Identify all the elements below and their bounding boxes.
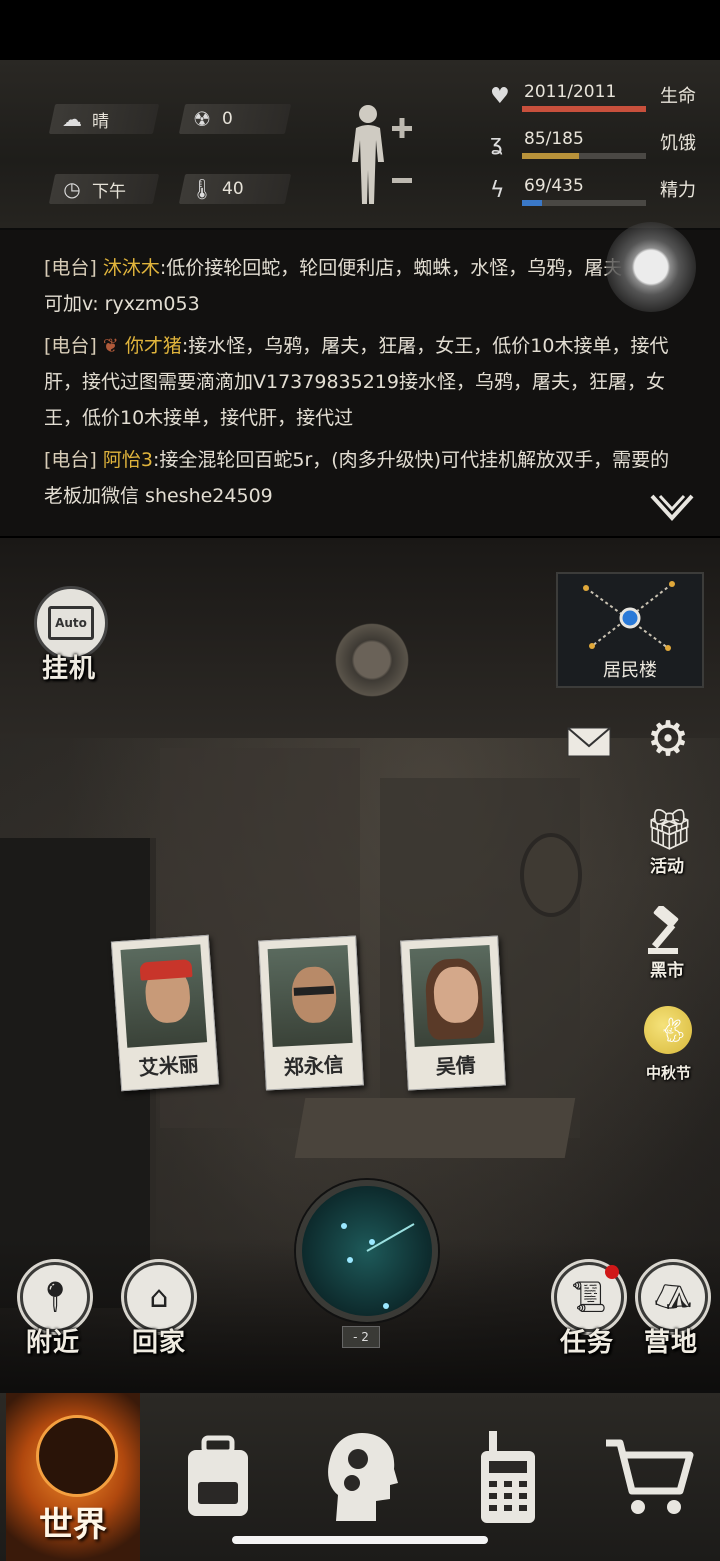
nav-shop[interactable]: [576, 1393, 720, 1561]
radio-message: [电台] 沐沐木:低价接轮回蛇，轮回便利店，蜘蛛，水怪，乌鸦，屠夫，有意可加v:…: [44, 250, 684, 322]
chevron-down-icon: [650, 494, 694, 521]
map-route-icon: [583, 581, 675, 651]
heart-icon: ♥: [490, 84, 510, 109]
scroll-icon: 📜︎: [569, 1279, 609, 1315]
body-figure-icon: [352, 105, 412, 204]
activity-button[interactable]: 🎁︎: [644, 806, 695, 854]
survivor-portrait: [409, 944, 495, 1048]
top-status-strip: [0, 0, 720, 60]
table: [294, 1098, 576, 1158]
energy-label: 精力: [660, 180, 696, 201]
head-gears-icon: [328, 1433, 398, 1521]
radiation-icon: ☢: [193, 107, 211, 131]
festival-button[interactable]: 🐇︎: [644, 1006, 692, 1054]
survivor-card-zheng[interactable]: 郑永信: [258, 935, 364, 1091]
expand-chat-button[interactable]: [650, 492, 694, 522]
radio-tag: [电台]: [44, 449, 97, 471]
tasks-label: 任务: [560, 1328, 615, 1358]
auto-laptop-icon: Auto: [48, 606, 94, 640]
radio-message: [电台] ❦ 你才猪:接水怪，乌鸦，屠夫，狂屠，女王，低价10木接单，接代肝，接…: [44, 328, 684, 436]
body-status-button[interactable]: [346, 100, 420, 210]
floating-assistive-button[interactable]: [606, 222, 696, 312]
map-location-label: 居民楼: [603, 660, 657, 681]
health-value: 2011/2011: [524, 82, 617, 102]
notification-dot: [605, 1265, 619, 1279]
survivor-portrait: [267, 944, 353, 1048]
thermometer-icon: 🌡: [189, 177, 215, 201]
gift-icon: 🎁︎: [644, 807, 695, 853]
survivor-name: 艾米丽: [137, 1051, 200, 1080]
idle-label: 挂机: [42, 654, 97, 684]
status-panel: ☁ 晴 ☢ 0 ◷ 下午 🌡 40 ♥ 2011/2011 生命 ʓ 85/185 饥饿…: [0, 60, 720, 230]
walkie-talkie-icon: [481, 1431, 535, 1523]
radar-icon: [341, 1223, 415, 1309]
festival-label: 中秋节: [646, 1064, 692, 1082]
location-pin-icon: 📍︎: [35, 1279, 75, 1315]
gear-icon: ⚙: [646, 711, 690, 767]
radio-tag: [电台]: [44, 257, 97, 279]
camp-label: 营地: [644, 1328, 699, 1358]
avatar-icon: ❦: [102, 335, 119, 357]
weather-chip: ☁ 晴: [48, 104, 160, 134]
hunger-bar: [522, 153, 646, 159]
survivor-card-emily[interactable]: 艾米丽: [110, 934, 220, 1092]
hunger-stat: ʓ 85/185 饥饿: [484, 127, 704, 167]
hunger-value: 85/185: [524, 129, 584, 149]
survivor-name: 吴倩: [435, 1052, 477, 1079]
gavel-icon: [648, 904, 679, 954]
backpack-icon: [188, 1435, 248, 1516]
radiation-chip: ☢ 0: [178, 104, 292, 134]
rabbit-icon: 🐇︎: [658, 1016, 689, 1044]
wall-mirror: [520, 833, 582, 917]
radiation-value: 0: [222, 109, 233, 129]
survivor-portrait: [120, 944, 208, 1048]
black-market-button[interactable]: [644, 904, 690, 958]
home-indicator[interactable]: [232, 1536, 488, 1544]
radio-nick: 沐沐木: [102, 257, 160, 279]
energy-value: 69/435: [524, 176, 584, 196]
temperature-chip: 🌡 40: [178, 174, 292, 204]
survivor-card-wuqian[interactable]: 吴倩: [400, 935, 506, 1091]
stomach-icon: ʓ: [490, 131, 503, 156]
globe-icon: [36, 1415, 118, 1497]
mail-button[interactable]: [566, 724, 612, 760]
nav-world[interactable]: 世界: [6, 1393, 140, 1561]
nearby-label: 附近: [26, 1328, 81, 1358]
hunger-label: 饥饿: [660, 133, 696, 154]
home-label: 回家: [132, 1328, 187, 1358]
radar-level-badge: - 2: [342, 1326, 380, 1348]
radio-message: [电台] 阿怡3:接全混轮回百蛇5r，(肉多升级快)可代挂机解放双手，需要的老板…: [44, 442, 684, 514]
radio-tag: [电台]: [44, 335, 97, 357]
minimap-button[interactable]: 居民楼: [556, 572, 704, 688]
health-label: 生命: [660, 86, 696, 107]
activity-label: 活动: [650, 857, 684, 877]
clock-icon: ◷: [63, 177, 81, 201]
temperature-value: 40: [222, 179, 244, 199]
nav-world-label: 世界: [39, 1505, 107, 1545]
shopping-cart-icon: [606, 1439, 694, 1514]
energy-stat: ϟ 69/435 精力: [484, 174, 704, 214]
radio-nick: 你才猪: [124, 335, 182, 357]
settings-button[interactable]: ⚙: [644, 714, 692, 764]
energy-bar: [522, 200, 646, 206]
health-stat: ♥ 2011/2011 生命: [484, 80, 704, 120]
health-bar: [522, 106, 646, 112]
time-label: 下午: [92, 181, 126, 202]
house-icon: ⌂: [149, 1279, 169, 1315]
radar-button[interactable]: [296, 1180, 438, 1322]
survivor-name: 郑永信: [283, 1052, 345, 1080]
weather-label: 晴: [92, 111, 109, 132]
radio-chat-panel[interactable]: [电台] 沐沐木:低价接轮回蛇，轮回便利店，蜘蛛，水怪，乌鸦，屠夫，有意可加v:…: [0, 222, 720, 536]
black-market-label: 黑市: [650, 961, 684, 981]
game-scene: Auto 挂机 居民楼 ⚙ 🎁︎ 活动 黑市 🐇︎ 中秋节 艾米丽 郑永信 吴倩…: [0, 538, 720, 1390]
ceiling-lamp: [330, 618, 414, 702]
radio-nick: 阿怡3: [102, 449, 153, 471]
time-chip: ◷ 下午: [48, 174, 160, 204]
tent-icon: ⛺︎: [653, 1279, 693, 1315]
energy-icon: ϟ: [490, 178, 505, 203]
cloud-sun-icon: ☁: [62, 107, 82, 131]
envelope-icon: [567, 727, 611, 757]
